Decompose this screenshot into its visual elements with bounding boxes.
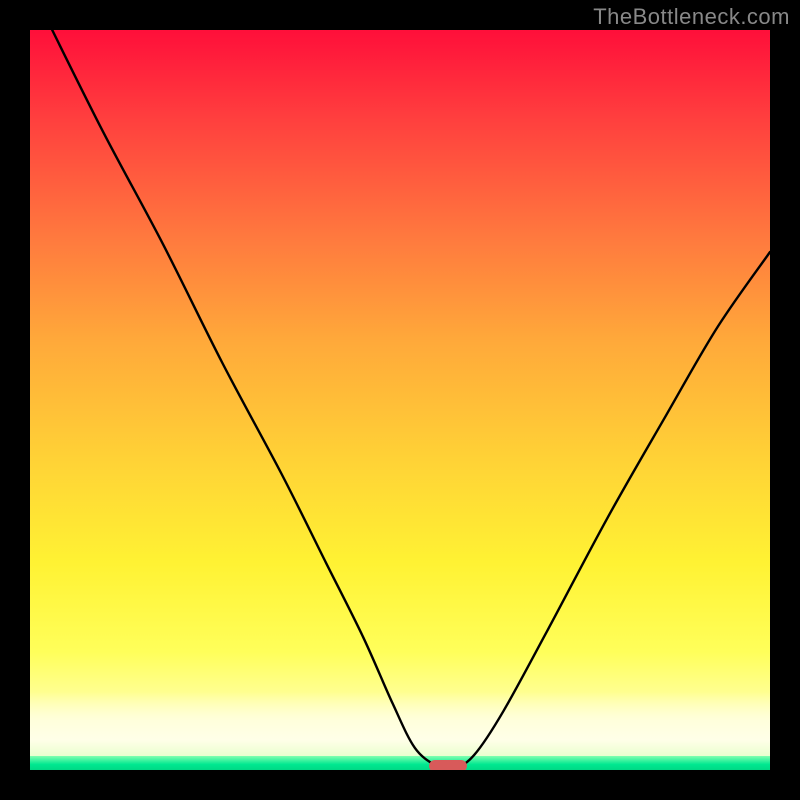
curve-svg bbox=[30, 30, 770, 770]
plot-area bbox=[30, 30, 770, 770]
watermark-text: TheBottleneck.com bbox=[593, 4, 790, 30]
chart-frame: TheBottleneck.com bbox=[0, 0, 800, 800]
bottleneck-curve bbox=[52, 30, 770, 770]
bottleneck-marker bbox=[429, 760, 467, 770]
